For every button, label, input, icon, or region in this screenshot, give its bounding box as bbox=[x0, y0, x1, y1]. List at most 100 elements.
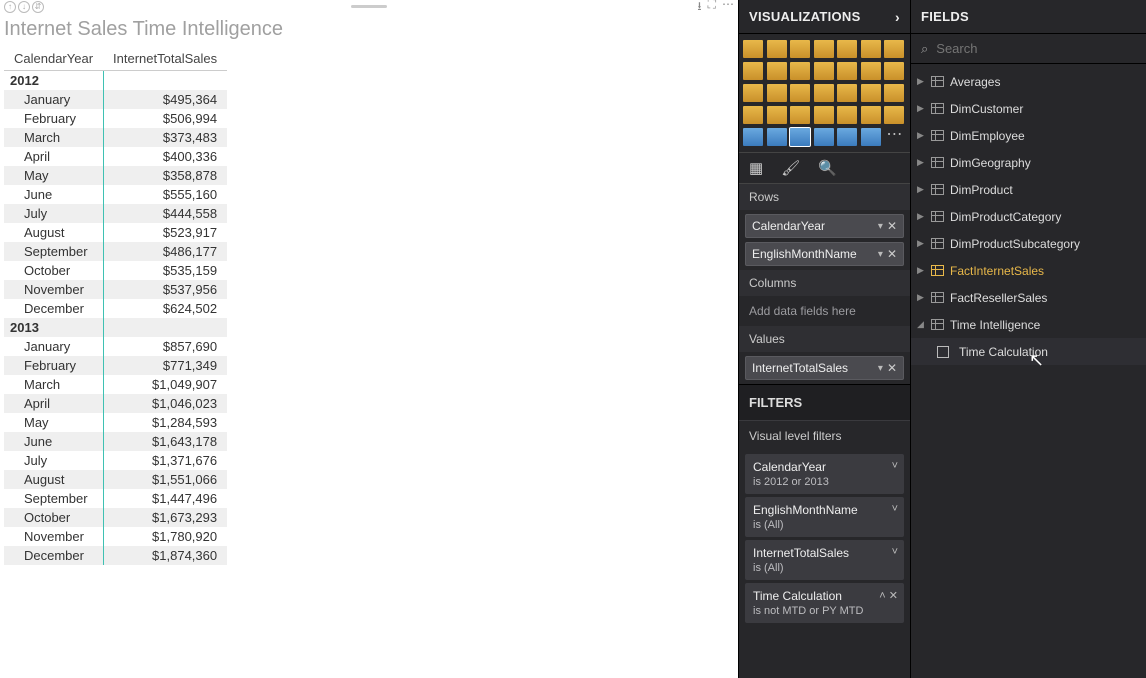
table-row[interactable]: November$537,956 bbox=[4, 280, 227, 299]
visual-type-icon[interactable] bbox=[861, 84, 881, 102]
visual-type-icon[interactable] bbox=[790, 62, 810, 80]
table-row[interactable]: April$400,336 bbox=[4, 147, 227, 166]
filter-item[interactable]: EnglishMonthNameis (All)˅ bbox=[745, 497, 904, 537]
visual-type-icon[interactable] bbox=[743, 84, 763, 102]
table-row[interactable]: October$535,159 bbox=[4, 261, 227, 280]
table-row[interactable]: December$624,502 bbox=[4, 299, 227, 318]
field-table-row[interactable]: ▶Averages bbox=[911, 68, 1146, 95]
visual-type-icon[interactable] bbox=[884, 62, 904, 80]
visual-type-icon[interactable] bbox=[767, 40, 787, 58]
visual-type-icon[interactable] bbox=[767, 106, 787, 124]
visual-type-icon[interactable] bbox=[814, 40, 834, 58]
table-row[interactable]: January$857,690 bbox=[4, 337, 227, 356]
visual-type-icon[interactable] bbox=[790, 128, 810, 146]
expand-tree-icon[interactable]: ▶ bbox=[917, 265, 925, 276]
table-row[interactable]: August$1,551,066 bbox=[4, 470, 227, 489]
columns-well-placeholder[interactable]: Add data fields here bbox=[739, 296, 910, 326]
table-row[interactable]: December$1,874,360 bbox=[4, 546, 227, 565]
format-tab-icon[interactable]: 🖌 bbox=[781, 159, 800, 177]
analytics-tab-icon[interactable]: 🔍 bbox=[818, 159, 837, 177]
expand-tree-icon[interactable]: ▶ bbox=[917, 103, 925, 114]
fields-tab-icon[interactable]: ▦ bbox=[749, 159, 763, 177]
field-chip[interactable]: InternetTotalSales▾✕ bbox=[745, 356, 904, 380]
visual-type-icon[interactable] bbox=[814, 84, 834, 102]
field-table-row[interactable]: ▶FactInternetSales bbox=[911, 257, 1146, 284]
more-options-icon[interactable]: ⋯ bbox=[722, 0, 734, 18]
table-row[interactable]: March$373,483 bbox=[4, 128, 227, 147]
field-table-row[interactable]: ▶DimProduct bbox=[911, 176, 1146, 203]
visual-type-icon[interactable] bbox=[861, 40, 881, 58]
visual-type-icon[interactable] bbox=[837, 40, 857, 58]
table-row[interactable]: November$1,780,920 bbox=[4, 527, 227, 546]
visual-type-icon[interactable] bbox=[790, 106, 810, 124]
visual-type-icon[interactable] bbox=[861, 106, 881, 124]
filter-item[interactable]: CalendarYearis 2012 or 2013˅ bbox=[745, 454, 904, 494]
visual-type-icon[interactable] bbox=[861, 128, 881, 146]
table-row[interactable]: February$771,349 bbox=[4, 356, 227, 375]
expand-tree-icon[interactable]: ▶ bbox=[917, 184, 925, 195]
table-row[interactable]: June$555,160 bbox=[4, 185, 227, 204]
field-table-row[interactable]: ◢Time Intelligence bbox=[911, 311, 1146, 338]
filter-expand-icon[interactable]: ˄ ✕ bbox=[879, 589, 898, 602]
table-row[interactable]: September$486,177 bbox=[4, 242, 227, 261]
table-row[interactable]: September$1,447,496 bbox=[4, 489, 227, 508]
drilldown-icon[interactable]: ↓ bbox=[18, 1, 30, 13]
chip-menu-icon[interactable]: ▾ bbox=[878, 363, 883, 374]
field-table-row[interactable]: ▶DimProductCategory bbox=[911, 203, 1146, 230]
col-header-sales[interactable]: InternetTotalSales bbox=[103, 47, 227, 71]
expand-tree-icon[interactable]: ▶ bbox=[917, 211, 925, 222]
table-row[interactable]: July$1,371,676 bbox=[4, 451, 227, 470]
visual-type-icon[interactable] bbox=[767, 84, 787, 102]
expand-icon[interactable]: ⇵ bbox=[32, 1, 44, 13]
visual-type-icon[interactable] bbox=[814, 106, 834, 124]
expand-tree-icon[interactable]: ▶ bbox=[917, 238, 925, 249]
chip-menu-icon[interactable]: ▾ bbox=[878, 221, 883, 232]
expand-tree-icon[interactable]: ▶ bbox=[917, 292, 925, 303]
expand-tree-icon[interactable]: ▶ bbox=[917, 76, 925, 87]
filters-header[interactable]: FILTERS bbox=[739, 384, 910, 420]
focus-mode-icon[interactable]: ⛶ bbox=[708, 0, 716, 18]
field-table-row[interactable]: ▶DimEmployee bbox=[911, 122, 1146, 149]
matrix-visual[interactable]: CalendarYear InternetTotalSales 2012Janu… bbox=[4, 47, 227, 565]
fields-header[interactable]: FIELDS bbox=[911, 0, 1146, 34]
filter-expand-icon[interactable]: ˅ bbox=[892, 460, 898, 472]
filter-item[interactable]: Time Calculationis not MTD or PY MTD˄ ✕ bbox=[745, 583, 904, 623]
field-table-row[interactable]: ▶DimGeography bbox=[911, 149, 1146, 176]
table-row[interactable]: June$1,643,178 bbox=[4, 432, 227, 451]
field-chip[interactable]: CalendarYear▾✕ bbox=[745, 214, 904, 238]
chip-menu-icon[interactable]: ▾ bbox=[878, 249, 883, 260]
search-input[interactable] bbox=[936, 41, 1136, 56]
chip-remove-icon[interactable]: ✕ bbox=[887, 219, 897, 233]
visual-type-icon[interactable] bbox=[790, 40, 810, 58]
fields-search[interactable]: ⌕ bbox=[911, 34, 1146, 64]
visual-type-icon[interactable] bbox=[884, 84, 904, 102]
expand-tree-icon[interactable]: ◢ bbox=[917, 319, 925, 330]
table-row[interactable]: August$523,917 bbox=[4, 223, 227, 242]
table-row[interactable]: May$358,878 bbox=[4, 166, 227, 185]
chip-remove-icon[interactable]: ✕ bbox=[887, 247, 897, 261]
visual-type-icon[interactable] bbox=[837, 84, 857, 102]
visual-type-icon[interactable] bbox=[767, 128, 787, 146]
pin-icon[interactable]: ⭳ bbox=[697, 0, 701, 18]
filter-expand-icon[interactable]: ˅ bbox=[892, 546, 898, 558]
more-visuals-icon[interactable]: ⋯ bbox=[884, 128, 904, 146]
visual-type-icon[interactable] bbox=[884, 106, 904, 124]
values-well[interactable]: InternetTotalSales▾✕ bbox=[739, 352, 910, 384]
expand-tree-icon[interactable]: ▶ bbox=[917, 157, 925, 168]
field-table-row[interactable]: ▶DimProductSubcategory bbox=[911, 230, 1146, 257]
visual-type-icon[interactable] bbox=[837, 62, 857, 80]
table-row[interactable]: March$1,049,907 bbox=[4, 375, 227, 394]
visual-type-icon[interactable] bbox=[884, 40, 904, 58]
field-checkbox[interactable] bbox=[937, 346, 949, 358]
visual-type-icon[interactable] bbox=[837, 106, 857, 124]
visual-type-icon[interactable] bbox=[861, 62, 881, 80]
year-cell[interactable]: 2013 bbox=[4, 318, 103, 337]
table-row[interactable]: July$444,558 bbox=[4, 204, 227, 223]
visual-type-icon[interactable] bbox=[743, 106, 763, 124]
table-row[interactable]: October$1,673,293 bbox=[4, 508, 227, 527]
collapse-pane-icon[interactable]: › bbox=[895, 9, 900, 25]
visual-type-icon[interactable] bbox=[767, 62, 787, 80]
field-table-row[interactable]: ▶FactResellerSales bbox=[911, 284, 1146, 311]
rows-well[interactable]: CalendarYear▾✕EnglishMonthName▾✕ bbox=[739, 210, 910, 270]
table-row[interactable]: May$1,284,593 bbox=[4, 413, 227, 432]
